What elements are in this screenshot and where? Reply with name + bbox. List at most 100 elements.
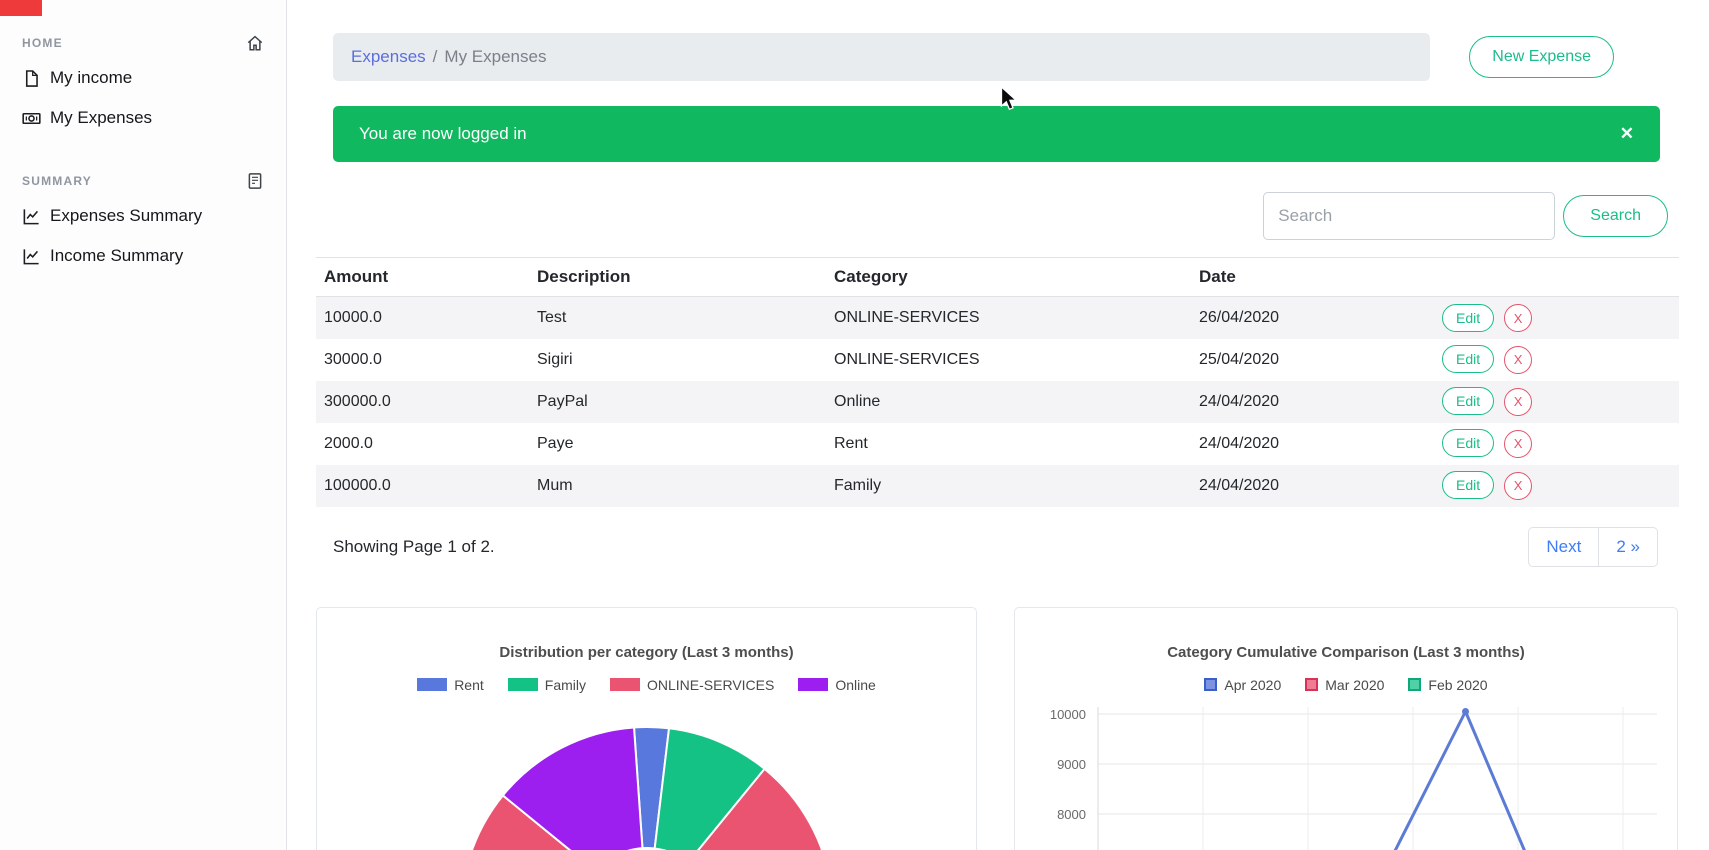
legend-swatch [798,678,828,691]
chart-line-icon [22,207,41,226]
legend-label: Family [545,677,586,693]
edit-button[interactable]: Edit [1442,429,1494,457]
charts-row: Distribution per category (Last 3 months… [316,607,1679,850]
sidebar: HOME My income My Expenses SUMMARY [0,0,287,850]
line-point [1462,708,1469,715]
alert-close-icon[interactable]: ✕ [1620,124,1634,144]
y-axis-tick: 10000 [1050,707,1086,722]
cell-date: 24/04/2020 [1191,423,1434,465]
legend-item-Rent[interactable]: Rent [417,677,484,693]
row-actions: Edit X [1434,297,1679,339]
cell-amount: 30000.0 [316,339,529,381]
table-row: 10000.0TestONLINE-SERVICES26/04/2020Edit… [316,297,1679,339]
y-axis-tick: 9000 [1057,757,1086,772]
sidebar-section-summary: SUMMARY Expenses Summary Income Summary [0,172,286,276]
breadcrumb-current: My Expenses [444,47,546,67]
cell-description: PayPal [529,381,826,423]
edit-button[interactable]: Edit [1442,387,1494,415]
cell-category: Family [826,465,1191,507]
delete-button[interactable]: X [1504,346,1532,374]
search-input[interactable] [1263,192,1555,240]
pagination-page-2-button[interactable]: 2 » [1598,527,1658,567]
line-chart-card: Category Cumulative Comparison (Last 3 m… [1014,607,1678,850]
sidebar-item-expenses-summary[interactable]: Expenses Summary [22,196,264,236]
search-button[interactable]: Search [1563,195,1668,237]
legend-label: Feb 2020 [1428,677,1487,693]
cell-description: Paye [529,423,826,465]
sidebar-item-label: Expenses Summary [50,206,202,226]
sidebar-header-home: HOME [22,34,264,52]
cell-date: 24/04/2020 [1191,465,1434,507]
new-expense-button[interactable]: New Expense [1469,36,1614,78]
recording-badge [0,0,42,16]
legend-swatch [1204,678,1217,691]
delete-button[interactable]: X [1504,388,1532,416]
cell-amount: 300000.0 [316,381,529,423]
col-header-amount: Amount [316,258,529,297]
chart-line-icon [22,247,41,266]
pagination-next-button[interactable]: Next [1528,527,1599,567]
doughnut-chart [317,701,976,850]
sidebar-item-income-summary[interactable]: Income Summary [22,236,264,276]
row-actions: Edit X [1434,423,1679,465]
home-icon[interactable] [246,34,264,52]
legend-swatch [417,678,447,691]
edit-button[interactable]: Edit [1442,304,1494,332]
cell-category: Rent [826,423,1191,465]
sidebar-section-home: HOME My income My Expenses [0,34,286,138]
legend-label: ONLINE-SERVICES [647,677,774,693]
legend-swatch [508,678,538,691]
legend-swatch [610,678,640,691]
line-series-Apr 2020 [1361,711,1571,850]
line-chart-legend: Apr 2020 Mar 2020 Feb 2020 [1015,677,1677,693]
legend-item-Apr 2020[interactable]: Apr 2020 [1204,677,1281,693]
delete-button[interactable]: X [1504,430,1532,458]
sidebar-item-my-income[interactable]: My income [22,58,264,98]
table-header-row: Amount Description Category Date [316,258,1679,297]
table-row: 300000.0PayPalOnline24/04/2020 Edit X [316,381,1679,423]
alert-message: You are now logged in [359,124,527,144]
file-icon [22,69,41,88]
edit-button[interactable]: Edit [1442,345,1494,373]
breadcrumb-link-expenses[interactable]: Expenses [351,47,426,67]
cell-description: Mum [529,465,826,507]
col-header-actions [1434,258,1679,297]
cell-date: 26/04/2020 [1191,297,1434,339]
legend-swatch [1305,678,1318,691]
edit-button[interactable]: Edit [1442,471,1494,499]
legend-item-Feb 2020[interactable]: Feb 2020 [1408,677,1487,693]
cell-date: 24/04/2020 [1191,381,1434,423]
line-chart: 10000900080007000 [1015,701,1677,850]
table-row: 2000.0PayeRent24/04/2020EditX [316,423,1679,465]
cell-category: ONLINE-SERVICES [826,297,1191,339]
legend-label: Mar 2020 [1325,677,1384,693]
legend-label: Online [835,677,875,693]
search-bar: Search [333,192,1679,240]
y-axis-tick: 8000 [1057,807,1086,822]
col-header-date: Date [1191,258,1434,297]
legend-swatch [1408,678,1421,691]
sidebar-item-my-expenses[interactable]: My Expenses [22,98,264,138]
table-row: 100000.0MumFamily24/04/2020 Edit X [316,465,1679,507]
legend-item-ONLINE-SERVICES[interactable]: ONLINE-SERVICES [610,677,774,693]
cell-amount: 10000.0 [316,297,529,339]
legend-label: Apr 2020 [1224,677,1281,693]
pagination: Next 2 » [1528,527,1658,567]
cell-description: Test [529,297,826,339]
cell-category: ONLINE-SERVICES [826,339,1191,381]
cell-description: Sigiri [529,339,826,381]
cell-amount: 100000.0 [316,465,529,507]
sidebar-item-label: My Expenses [50,108,152,128]
doughnut-chart-legend: Rent Family ONLINE-SERVICES Online [317,677,976,693]
delete-button[interactable]: X [1504,304,1532,332]
legend-item-Family[interactable]: Family [508,677,586,693]
main-content: Expenses / My Expenses New Expense You a… [287,0,1709,850]
legend-item-Mar 2020[interactable]: Mar 2020 [1305,677,1384,693]
breadcrumb-separator: / [433,47,438,67]
col-header-category: Category [826,258,1191,297]
legend-item-Online[interactable]: Online [798,677,875,693]
success-alert: You are now logged in ✕ [333,106,1660,162]
cell-category: Online [826,381,1191,423]
breadcrumb: Expenses / My Expenses [333,33,1430,81]
delete-button[interactable]: X [1504,472,1532,500]
